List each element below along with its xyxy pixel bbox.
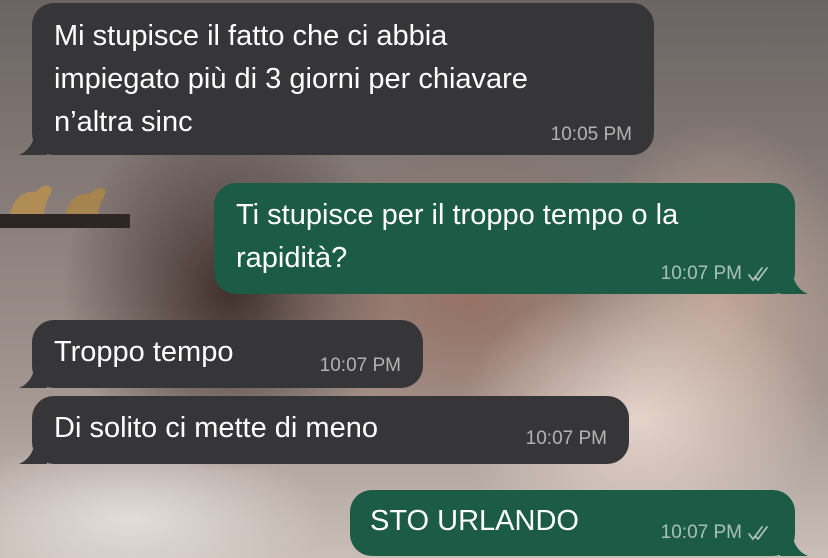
message-meta: 10:07 PM bbox=[661, 522, 773, 544]
double-check-icon bbox=[748, 267, 768, 282]
bubble-tail bbox=[19, 362, 47, 388]
message-meta: 10:05 PM bbox=[551, 124, 632, 146]
message-bubble-incoming[interactable]: Mi stupisce il fatto che ci abbia impieg… bbox=[19, 3, 654, 155]
message-meta: 10:07 PM bbox=[661, 263, 773, 285]
message-meta: 10:07 PM bbox=[526, 428, 607, 450]
message-timestamp: 10:07 PM bbox=[319, 355, 401, 376]
bubble-tail bbox=[19, 438, 47, 464]
message-text-line: n’altra sinc bbox=[54, 106, 193, 138]
message-timestamp: 10:05 PM bbox=[550, 124, 632, 145]
bubble-tail bbox=[19, 129, 47, 155]
message-bubble-incoming[interactable]: Troppo tempo 10:07 PM bbox=[19, 320, 423, 388]
message-text-line: Mi stupisce il fatto che ci abbia bbox=[54, 20, 448, 52]
message-timestamp: 10:07 PM bbox=[660, 522, 742, 543]
bubble-tail bbox=[780, 530, 808, 556]
message-bubble-outgoing[interactable]: Ti stupisce per il troppo tempo o la rap… bbox=[214, 183, 808, 294]
message-text-line: Ti stupisce per il troppo tempo o la bbox=[236, 199, 679, 231]
double-check-icon bbox=[748, 526, 768, 541]
shelf-decoration bbox=[0, 214, 130, 228]
message-timestamp: 10:07 PM bbox=[660, 263, 742, 284]
message-bubble-incoming[interactable]: Di solito ci mette di meno 10:07 PM bbox=[19, 396, 629, 464]
message-timestamp: 10:07 PM bbox=[525, 428, 607, 449]
message-meta: 10:07 PM bbox=[320, 355, 401, 377]
message-text-line: impiegato più di 3 giorni per chiavare bbox=[54, 63, 528, 95]
bird-figurines-decoration bbox=[10, 185, 106, 214]
message-bubble-outgoing[interactable]: STO URLANDO 10:07 PM bbox=[350, 490, 808, 556]
bubble-tail bbox=[780, 268, 808, 294]
